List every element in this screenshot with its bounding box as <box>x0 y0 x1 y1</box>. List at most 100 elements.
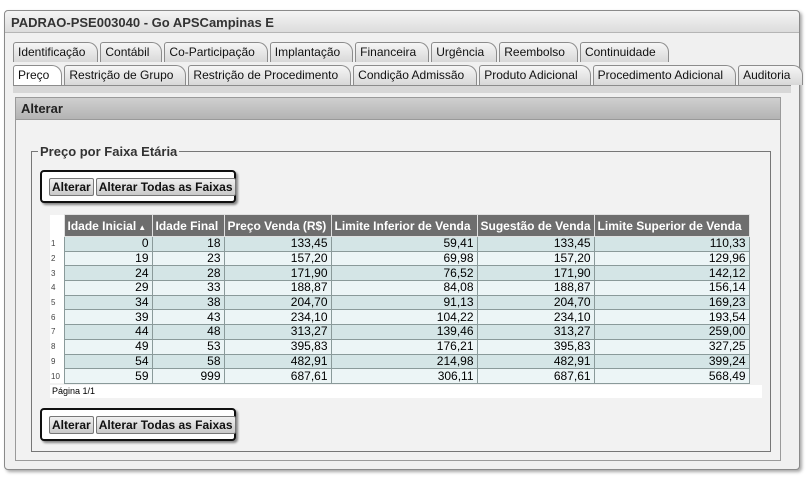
tab-procedimento-adicional[interactable]: Procedimento Adicional <box>592 65 737 85</box>
table-cell-limite-superior-de-venda: 142,12 <box>593 265 750 282</box>
table-cell-idade-inicial: 39 <box>63 309 153 326</box>
column-header-label: Idade Final <box>155 218 219 233</box>
tab-restricao-de-grupo[interactable]: Restrição de Grupo <box>64 65 187 85</box>
table-cell-limite-superior-de-venda: 399,24 <box>593 353 750 370</box>
table-cell-limite-superior-de-venda: 327,25 <box>593 338 750 355</box>
table-cell-sugestao-de-venda: 133,45 <box>476 236 595 252</box>
tab-financeira[interactable]: Financeira <box>355 42 430 62</box>
table-cell-preco-venda-r: 133,45 <box>223 236 332 252</box>
table-cell-idade-inicial: 44 <box>63 324 153 340</box>
table-cell-sugestao-de-venda: 171,90 <box>476 265 595 282</box>
table-cell-idade-inicial: 29 <box>63 280 153 296</box>
tab-continuidade[interactable]: Continuidade <box>579 42 669 62</box>
table-row[interactable]: 9 54 58 482,91 214,98 482,91 399,24 <box>50 353 750 370</box>
tab-restricao-de-procedimento[interactable]: Restrição de Procedimento <box>188 65 352 85</box>
table-cell-idade-final: 23 <box>151 250 225 267</box>
main-window: PADRAO-PSE003040 - Go APSCampinas E Iden… <box>4 10 804 470</box>
table-row[interactable]: 1 0 18 133,45 59,41 133,45 110,33 <box>50 236 750 252</box>
tab-identificacao[interactable]: Identificação <box>13 42 99 62</box>
tab-condicao-admissao[interactable]: Condição Admissão <box>353 65 478 85</box>
table-cell-limite-inferior-de-venda: 176,21 <box>330 338 478 355</box>
table-cell-idade-final: 999 <box>151 368 225 384</box>
top-button-bar: Alterar Alterar Todas as Faixas <box>40 170 236 203</box>
price-age-range-fieldset: Preço por Faixa Etária Alterar Alterar T… <box>31 144 771 452</box>
table-cell-sugestao-de-venda: 234,10 <box>476 309 595 326</box>
row-number: 7 <box>50 324 64 340</box>
alterar-todas-faixas-button-bottom[interactable]: Alterar Todas as Faixas <box>95 416 236 434</box>
table-cell-sugestao-de-venda: 157,20 <box>476 250 595 267</box>
tab-implantacao[interactable]: Implantação <box>269 42 354 62</box>
alterar-panel: Alterar Preço por Faixa Etária Alterar A… <box>15 97 781 461</box>
column-header-idade-inicial[interactable]: Idade Inicial ▲ <box>63 214 153 237</box>
row-number: 3 <box>50 265 64 281</box>
table-row[interactable]: 7 44 48 313,27 139,46 313,27 259,00 <box>50 324 750 340</box>
table-row[interactable]: 3 24 28 171,90 76,52 171,90 142,12 <box>50 265 750 282</box>
tab-produto-adicional[interactable]: Produto Adicional <box>479 65 591 85</box>
table-cell-limite-inferior-de-venda: 139,46 <box>330 324 478 340</box>
table-cell-sugestao-de-venda: 313,27 <box>476 324 595 340</box>
row-number: 10 <box>50 368 64 384</box>
table-cell-limite-inferior-de-venda: 306,11 <box>330 368 478 384</box>
table-cell-idade-final: 33 <box>151 280 225 296</box>
alterar-button-top[interactable]: Alterar <box>49 178 94 196</box>
table-cell-idade-final: 43 <box>151 309 225 326</box>
table-cell-idade-final: 53 <box>151 338 225 355</box>
table-cell-idade-final: 18 <box>151 236 225 252</box>
table-cell-limite-superior-de-venda: 110,33 <box>593 236 750 252</box>
column-header-limite-superior-de-venda[interactable]: Limite Superior de Venda <box>593 214 750 237</box>
column-header-idade-final[interactable]: Idade Final <box>151 214 225 237</box>
table-cell-idade-inicial: 34 <box>63 294 153 311</box>
table-cell-limite-superior-de-venda: 193,54 <box>593 309 750 326</box>
column-header-limite-inferior-de-venda[interactable]: Limite Inferior de Venda <box>330 214 478 237</box>
table-cell-preco-venda-r: 157,20 <box>223 250 332 267</box>
price-grid: Idade Inicial ▲ Idade Final Preço Venda (R$… <box>50 214 750 384</box>
table-cell-preco-venda-r: 204,70 <box>223 294 332 311</box>
column-header-preco-venda-r[interactable]: Preço Venda (R$) <box>223 214 332 237</box>
window-title: PADRAO-PSE003040 - Go APSCampinas E <box>5 11 799 33</box>
tab-auditoria[interactable]: Auditoria <box>738 65 804 85</box>
table-row[interactable]: 10 59 999 687,61 306,11 687,61 568,49 <box>50 368 750 384</box>
tab-row-2: Preço Restrição de Grupo Restrição de Proc… <box>13 65 805 85</box>
tab-strip-bar <box>13 85 791 93</box>
table-row[interactable]: 2 19 23 157,20 69,98 157,20 129,96 <box>50 250 750 267</box>
table-cell-sugestao-de-venda: 188,87 <box>476 280 595 296</box>
tab-co-participacao[interactable]: Co-Participação <box>164 42 268 62</box>
row-number: 2 <box>50 251 64 266</box>
table-row[interactable]: 4 29 33 188,87 84,08 188,87 156,14 <box>50 280 750 296</box>
table-cell-idade-inicial: 0 <box>63 236 153 252</box>
column-header-sugestao-de-venda[interactable]: Sugestão de Venda <box>476 214 595 237</box>
tab-contabil[interactable]: Contábil <box>100 42 163 62</box>
tab-preco[interactable]: Preço <box>13 65 63 85</box>
alterar-button-bottom[interactable]: Alterar <box>49 416 94 434</box>
table-cell-preco-venda-r: 313,27 <box>223 324 332 340</box>
table-cell-sugestao-de-venda: 482,91 <box>476 353 595 370</box>
table-cell-preco-venda-r: 234,10 <box>223 309 332 326</box>
table-cell-limite-inferior-de-venda: 214,98 <box>330 353 478 370</box>
column-header-label: Limite Inferior de Venda <box>334 218 471 233</box>
panel-title: Alterar <box>16 98 780 120</box>
column-header-label: Idade Inicial <box>67 218 137 233</box>
table-cell-idade-inicial: 54 <box>63 353 153 370</box>
table-cell-sugestao-de-venda: 395,83 <box>476 338 595 355</box>
row-number: 8 <box>50 339 64 354</box>
tab-reembolso[interactable]: Reembolso <box>499 42 578 62</box>
table-cell-limite-superior-de-venda: 156,14 <box>593 280 750 296</box>
column-header-label: Limite Superior de Venda <box>597 218 742 233</box>
tab-urgencia[interactable]: Urgência <box>431 42 498 62</box>
table-cell-preco-venda-r: 687,61 <box>223 368 332 384</box>
table-row[interactable]: 6 39 43 234,10 104,22 234,10 193,54 <box>50 309 750 326</box>
table-cell-idade-final: 28 <box>151 265 225 282</box>
table-cell-preco-venda-r: 395,83 <box>223 338 332 355</box>
alterar-todas-faixas-button-top[interactable]: Alterar Todas as Faixas <box>95 178 236 196</box>
table-row[interactable]: 8 49 53 395,83 176,21 395,83 327,25 <box>50 338 750 355</box>
row-number: 4 <box>50 280 64 296</box>
table-cell-limite-superior-de-venda: 259,00 <box>593 324 750 340</box>
pagination-info: Página 1/1 <box>50 385 762 398</box>
table-cell-limite-inferior-de-venda: 84,08 <box>330 280 478 296</box>
tab-row-1: Identificação Contábil Co-Participação Impl… <box>13 42 671 62</box>
column-header-label: Preço Venda (R$) <box>227 218 327 233</box>
table-cell-preco-venda-r: 482,91 <box>223 353 332 370</box>
table-cell-limite-inferior-de-venda: 69,98 <box>330 250 478 267</box>
table-row[interactable]: 5 34 38 204,70 91,13 204,70 169,23 <box>50 294 750 311</box>
table-cell-preco-venda-r: 188,87 <box>223 280 332 296</box>
